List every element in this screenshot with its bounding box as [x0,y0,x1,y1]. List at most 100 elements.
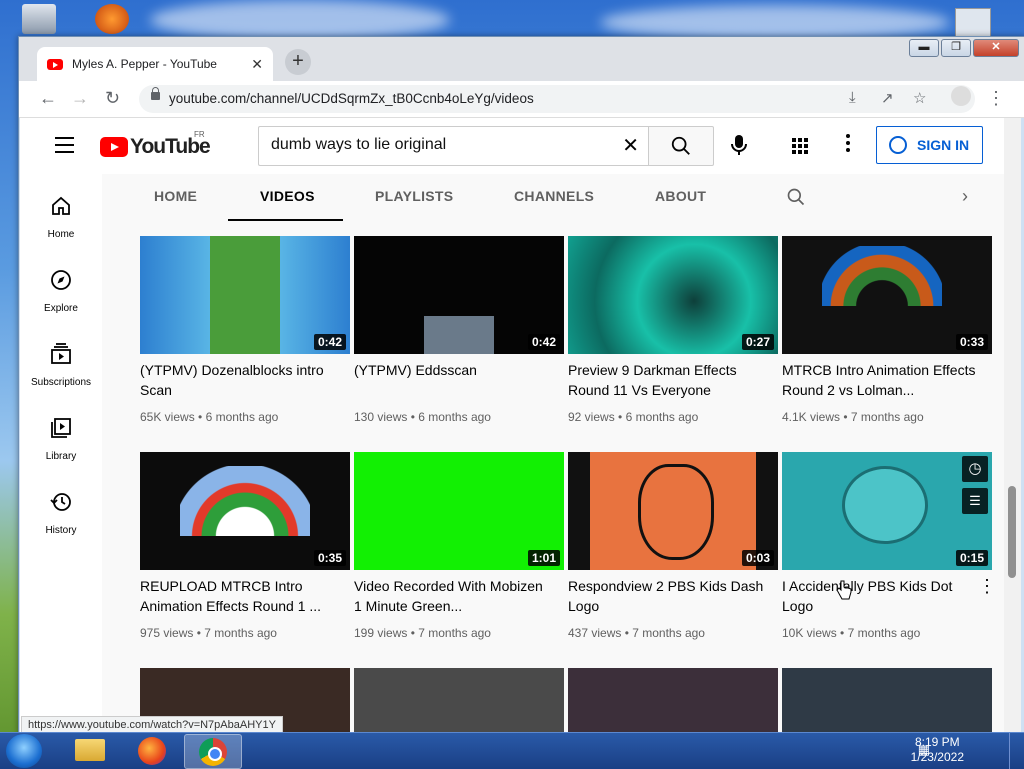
video-thumbnail[interactable]: 0:33 [782,236,992,354]
apps-grid-icon[interactable] [792,138,808,154]
folder-icon [75,739,105,761]
sign-in-button[interactable]: SIGN IN [876,126,983,164]
add-to-queue-icon[interactable]: ☰ [962,488,988,514]
search-input[interactable]: dumb ways to lie original ✕ [258,126,649,166]
sidebar-item-label: History [45,525,77,536]
show-desktop-button[interactable] [1009,733,1024,769]
tab-channels[interactable]: CHANNELS [514,188,594,204]
sidebar-item-subscriptions[interactable]: Subscriptions [20,342,102,388]
video-meta: 4.1K views • 7 months ago [782,410,924,424]
search-icon [671,136,690,155]
video-title[interactable]: MTRCB Intro Animation Effects Round 2 vs… [782,360,978,400]
clear-search-icon[interactable]: ✕ [622,133,639,158]
library-icon [51,418,71,438]
start-button[interactable] [6,734,42,768]
sidebar-item-label: Subscriptions [30,377,92,388]
tab-about[interactable]: ABOUT [655,188,706,204]
video-title[interactable]: Respondview 2 PBS Kids Dash Logo [568,576,764,616]
firefox-desktop-icon[interactable] [95,4,129,34]
profile-icon[interactable] [951,86,971,106]
active-tab-indicator [228,219,343,221]
share-icon[interactable]: ↗ [881,89,894,107]
channel-search-icon[interactable] [786,187,806,207]
sidebar-item-home[interactable]: Home [20,194,102,240]
reload-icon[interactable]: ↻ [105,88,120,109]
lock-icon [151,87,160,100]
video-meta: 130 views • 6 months ago [354,410,491,424]
video-thumbnail[interactable]: 0:42 [354,236,564,354]
status-url: https://www.youtube.com/watch?v=N7pAbaAH… [21,716,283,732]
channel-tabs: HOME VIDEOS PLAYLISTS CHANNELS ABOUT › [102,174,1000,222]
video-title[interactable]: Preview 9 Darkman Effects Round 11 Vs Ev… [568,360,764,400]
view-count: 65K views [140,410,195,424]
bookmark-star-icon[interactable]: ☆ [913,89,926,107]
new-tab-button[interactable]: + [285,49,311,75]
taskbar: ▦ 8:19 PM 1/23/2022 [0,732,1024,769]
sidebar-item-explore[interactable]: Explore [20,268,102,314]
video-title[interactable]: (YTPMV) Dozenalblocks intro Scan [140,360,336,400]
video-thumbnail[interactable] [568,668,778,732]
video-age: 7 months ago [418,626,491,640]
hand-cursor-icon [836,580,852,600]
video-age: 7 months ago [847,626,921,640]
video-thumbnail[interactable]: 0:42 [140,236,350,354]
tab-close-icon[interactable]: ✕ [251,56,263,73]
minimize-button[interactable]: ▬ [909,39,939,57]
youtube-logo[interactable]: YouTube FR [100,130,211,159]
video-thumbnail[interactable]: ◷ ☰ 0:15 [782,452,992,570]
video-age: 7 months ago [632,626,705,640]
video-meta: 10K views • 7 months ago [782,626,921,640]
video-title[interactable]: Video Recorded With Mobizen 1 Minute Gre… [354,576,550,616]
tab-home[interactable]: HOME [154,188,197,204]
video-title[interactable]: REUPLOAD MTRCB Intro Animation Effects R… [140,576,336,616]
view-count: 4.1K views [782,410,841,424]
taskbar-firefox[interactable] [124,734,180,767]
sidebar-item-library[interactable]: Library [20,416,102,462]
video-thumbnail[interactable] [354,668,564,732]
microphone-icon[interactable] [730,134,748,156]
address-bar[interactable]: youtube.com/channel/UCDdSqrmZx_tB0Ccnb4o… [139,85,975,113]
cloud [150,0,450,40]
menu-icon[interactable] [55,137,74,158]
watch-later-icon[interactable]: ◷ [962,456,988,482]
video-age: 6 months ago [418,410,491,424]
video-title[interactable]: I Accidentally PBS Kids Dot Logo [782,576,978,616]
video-thumbnail[interactable]: 1:01 [354,452,564,570]
page-scrollbar[interactable] [1004,118,1021,732]
video-thumbnail[interactable]: 0:27 [568,236,778,354]
browser-menu-icon[interactable]: ⋮ [987,88,1005,109]
back-icon[interactable]: ← [39,88,57,109]
chevron-right-icon[interactable]: › [962,186,968,207]
compass-icon [51,270,71,290]
search-button[interactable] [648,126,714,166]
close-button[interactable]: ✕ [973,39,1019,57]
tab-strip: Myles A. Pepper - YouTube ✕ + ▬ ❐ ✕ [19,37,1024,81]
system-clock[interactable]: 8:19 PM 1/23/2022 [911,735,964,765]
recycle-bin-icon[interactable] [22,4,56,34]
settings-dots-icon[interactable] [846,134,850,155]
video-thumbnail[interactable] [782,668,992,732]
page-content: YouTube FR dumb ways to lie original ✕ S… [20,118,1021,732]
youtube-favicon-icon [47,58,63,70]
video-title[interactable]: (YTPMV) Eddsscan [354,360,550,380]
taskbar-explorer[interactable] [62,734,118,767]
sidebar-item-history[interactable]: History [20,490,102,536]
video-meta: 437 views • 7 months ago [568,626,705,640]
taskbar-chrome[interactable] [184,734,242,769]
scrollbar-thumb[interactable] [1008,486,1016,578]
browser-tab[interactable]: Myles A. Pepper - YouTube ✕ [37,47,273,81]
video-duration: 0:27 [741,334,774,350]
view-count: 92 views [568,410,615,424]
video-thumbnail[interactable]: 0:03 [568,452,778,570]
tab-videos[interactable]: VIDEOS [260,188,315,204]
video-thumbnail[interactable]: 0:35 [140,452,350,570]
view-count: 130 views [354,410,408,424]
tab-title: Myles A. Pepper - YouTube [72,57,217,71]
video-more-icon[interactable]: ⋮ [978,576,996,597]
install-icon[interactable]: ⤓ [849,89,856,106]
forward-icon[interactable]: → [71,88,89,109]
tab-playlists[interactable]: PLAYLISTS [375,188,453,204]
video-duration: 0:33 [955,334,988,350]
view-count: 10K views [782,626,837,640]
maximize-button[interactable]: ❐ [941,39,971,57]
